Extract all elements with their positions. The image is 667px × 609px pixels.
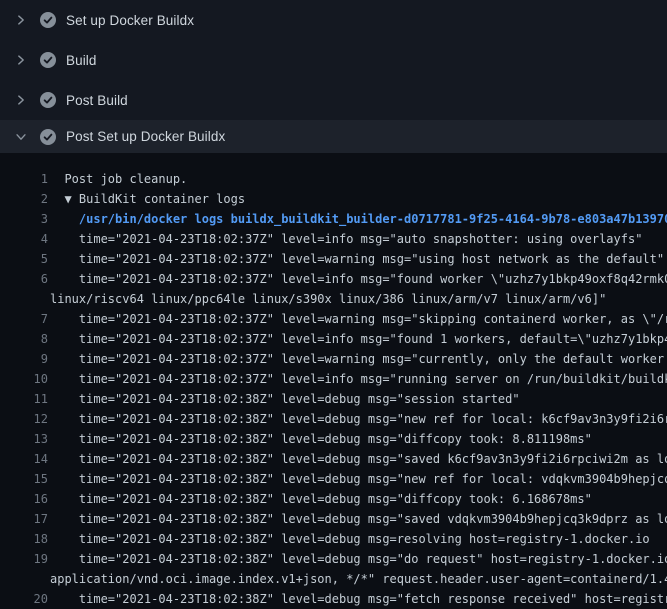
log-line-text: time="2021-04-23T18:02:37Z" level=warnin… [50,309,667,329]
check-circle-icon [40,129,56,145]
log-line: 7 time="2021-04-23T18:02:37Z" level=warn… [0,309,667,329]
log-line-text: time="2021-04-23T18:02:37Z" level=info m… [50,269,667,289]
log-line: 12 time="2021-04-23T18:02:38Z" level=deb… [0,409,667,429]
line-number[interactable]: 15 [0,469,48,489]
log-line: 2 ▼ BuildKit container logs [0,189,667,209]
log-line: 20 time="2021-04-23T18:02:38Z" level=deb… [0,589,667,609]
chevron-right-icon [13,52,29,68]
step-row[interactable]: Post Build [0,80,667,120]
log-group-toggle[interactable]: ▼ BuildKit container logs [50,189,667,209]
log-line-text: time="2021-04-23T18:02:37Z" level=info m… [50,329,667,349]
line-number[interactable]: 18 [0,529,48,549]
chevron-down-icon [13,129,29,145]
chevron-right-icon [13,12,29,28]
line-number[interactable]: 16 [0,489,48,509]
log-line-text: time="2021-04-23T18:02:38Z" level=debug … [50,469,667,489]
line-number[interactable]: 7 [0,309,48,329]
line-number[interactable]: 6 [0,269,48,289]
log-line: 17 time="2021-04-23T18:02:38Z" level=deb… [0,509,667,529]
log-line-text: time="2021-04-23T18:02:38Z" level=debug … [50,489,667,509]
log-line-text: time="2021-04-23T18:02:38Z" level=debug … [50,589,667,609]
log-line-text: time="2021-04-23T18:02:37Z" level=warnin… [50,249,667,269]
check-circle-icon [40,52,56,68]
line-number [0,289,48,309]
log-line-text: time="2021-04-23T18:02:37Z" level=info m… [50,229,667,249]
check-circle-icon [40,12,56,28]
line-number[interactable]: 17 [0,509,48,529]
log-line: 14 time="2021-04-23T18:02:38Z" level=deb… [0,449,667,469]
log-line-text: time="2021-04-23T18:02:37Z" level=warnin… [50,349,667,369]
log-line-text: time="2021-04-23T18:02:38Z" level=debug … [50,529,667,549]
log-line: 19 time="2021-04-23T18:02:38Z" level=deb… [0,549,667,569]
log-line: 4 time="2021-04-23T18:02:37Z" level=info… [0,229,667,249]
step-row[interactable]: Set up Docker Buildx [0,0,667,40]
log-line: 8 time="2021-04-23T18:02:37Z" level=info… [0,329,667,349]
log-line: 13 time="2021-04-23T18:02:38Z" level=deb… [0,429,667,449]
log-line: 15 time="2021-04-23T18:02:38Z" level=deb… [0,469,667,489]
log-line-text: application/vnd.oci.image.index.v1+json,… [50,569,667,589]
log-line: 11 time="2021-04-23T18:02:38Z" level=deb… [0,389,667,409]
log-line: 3 /usr/bin/docker logs buildx_buildkit_b… [0,209,667,229]
log-line-text: time="2021-04-23T18:02:37Z" level=info m… [50,369,667,389]
step-title: Post Set up Docker Buildx [66,129,225,144]
line-number[interactable]: 19 [0,549,48,569]
line-number [0,569,48,589]
workflow-log-panel: Set up Docker Buildx Build Post Buil [0,0,667,609]
log-line: 9 time="2021-04-23T18:02:37Z" level=warn… [0,349,667,369]
log-line-text: time="2021-04-23T18:02:38Z" level=debug … [50,449,667,469]
log-line: 5 time="2021-04-23T18:02:37Z" level=warn… [0,249,667,269]
line-number[interactable]: 2 [0,189,48,209]
step-row[interactable]: Post Set up Docker Buildx [0,120,667,153]
log-line-text: time="2021-04-23T18:02:38Z" level=debug … [50,549,667,569]
line-number[interactable]: 4 [0,229,48,249]
log-line: application/vnd.oci.image.index.v1+json,… [0,569,667,589]
log-line-text: time="2021-04-23T18:02:38Z" level=debug … [50,429,667,449]
log-line: 10 time="2021-04-23T18:02:37Z" level=inf… [0,369,667,389]
line-number[interactable]: 20 [0,589,48,609]
line-number[interactable]: 1 [0,169,48,189]
log-line: 18 time="2021-04-23T18:02:38Z" level=deb… [0,529,667,549]
line-number[interactable]: 5 [0,249,48,269]
log-line-text: Post job cleanup. [50,169,667,189]
line-number[interactable]: 11 [0,389,48,409]
chevron-right-icon [13,92,29,108]
line-number[interactable]: 13 [0,429,48,449]
log-line-text: time="2021-04-23T18:02:38Z" level=debug … [50,389,667,409]
line-number[interactable]: 9 [0,349,48,369]
step-title: Build [66,53,97,68]
step-row[interactable]: Build [0,40,667,80]
log-line: 6 time="2021-04-23T18:02:37Z" level=info… [0,269,667,289]
log-line-text: /usr/bin/docker logs buildx_buildkit_bui… [50,209,667,229]
line-number[interactable]: 8 [0,329,48,349]
line-number[interactable]: 10 [0,369,48,389]
step-title: Post Build [66,93,128,108]
check-circle-icon [40,92,56,108]
line-number[interactable]: 14 [0,449,48,469]
log-viewer: 1 Post job cleanup. 2 ▼ BuildKit contain… [0,153,667,609]
step-title: Set up Docker Buildx [66,13,194,28]
log-line-text: time="2021-04-23T18:02:38Z" level=debug … [50,509,667,529]
line-number[interactable]: 12 [0,409,48,429]
log-line-text: linux/riscv64 linux/ppc64le linux/s390x … [50,289,667,309]
steps-list: Set up Docker Buildx Build Post Buil [0,0,667,153]
line-number[interactable]: 3 [0,209,48,229]
log-line: linux/riscv64 linux/ppc64le linux/s390x … [0,289,667,309]
log-line: 1 Post job cleanup. [0,169,667,189]
log-line: 16 time="2021-04-23T18:02:38Z" level=deb… [0,489,667,509]
log-line-text: time="2021-04-23T18:02:38Z" level=debug … [50,409,667,429]
